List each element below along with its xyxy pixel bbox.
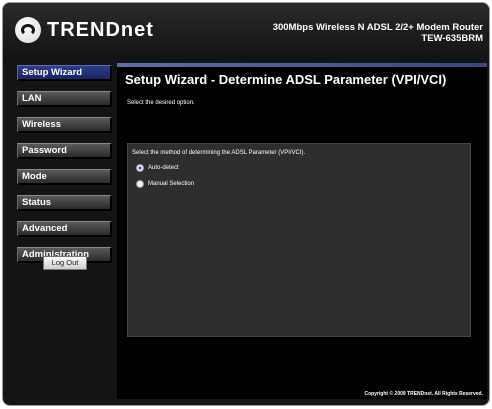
router-frame: TRENDnet 300Mbps Wireless N ADSL 2/2+ Mo…: [2, 2, 490, 406]
radio-unselected-icon[interactable]: [136, 180, 144, 188]
sidebar-item-lan[interactable]: LAN: [17, 91, 112, 107]
product-name: 300Mbps Wireless N ADSL 2/2+ Modem Route…: [273, 22, 483, 44]
option-auto-detect[interactable]: Auto-detect: [136, 164, 179, 172]
product-model: TEW-635BRM: [421, 33, 483, 44]
option-manual-selection[interactable]: Manual Selection: [136, 180, 194, 188]
sidebar-nav: Setup Wizard LAN Wireless Password Mode …: [17, 65, 112, 273]
instruction-text: Select the desired option.: [127, 100, 195, 106]
panel-label: Select the method of determining the ADS…: [132, 150, 306, 156]
page-title: Setup Wizard - Determine ADSL Parameter …: [125, 72, 447, 87]
product-title: 300Mbps Wireless N ADSL 2/2+ Modem Route…: [272, 22, 483, 33]
header: TRENDnet 300Mbps Wireless N ADSL 2/2+ Mo…: [3, 3, 489, 61]
sidebar-item-status[interactable]: Status: [17, 195, 112, 211]
logo-text: TRENDnet: [47, 18, 154, 41]
main-content: Setup Wizard - Determine ADSL Parameter …: [117, 63, 487, 399]
sidebar-item-setup-wizard[interactable]: Setup Wizard: [17, 65, 112, 81]
option-label: Auto-detect: [148, 165, 179, 171]
logout-button[interactable]: Log Out: [43, 256, 87, 270]
sidebar-item-wireless[interactable]: Wireless: [17, 117, 112, 133]
sidebar-item-advanced[interactable]: Advanced: [17, 221, 112, 237]
sidebar-item-mode[interactable]: Mode: [17, 169, 112, 185]
options-panel: Select the method of determining the ADS…: [127, 143, 471, 337]
copyright-footer: Copyright © 2009 TRENDnet. All Rights Re…: [364, 391, 483, 397]
sidebar-item-password[interactable]: Password: [17, 143, 112, 159]
trendnet-logo: TRENDnet: [15, 17, 154, 43]
radio-selected-icon[interactable]: [136, 164, 144, 172]
accent-bar: [117, 63, 487, 67]
option-label: Manual Selection: [148, 181, 195, 187]
trendnet-logo-icon: [15, 17, 41, 43]
